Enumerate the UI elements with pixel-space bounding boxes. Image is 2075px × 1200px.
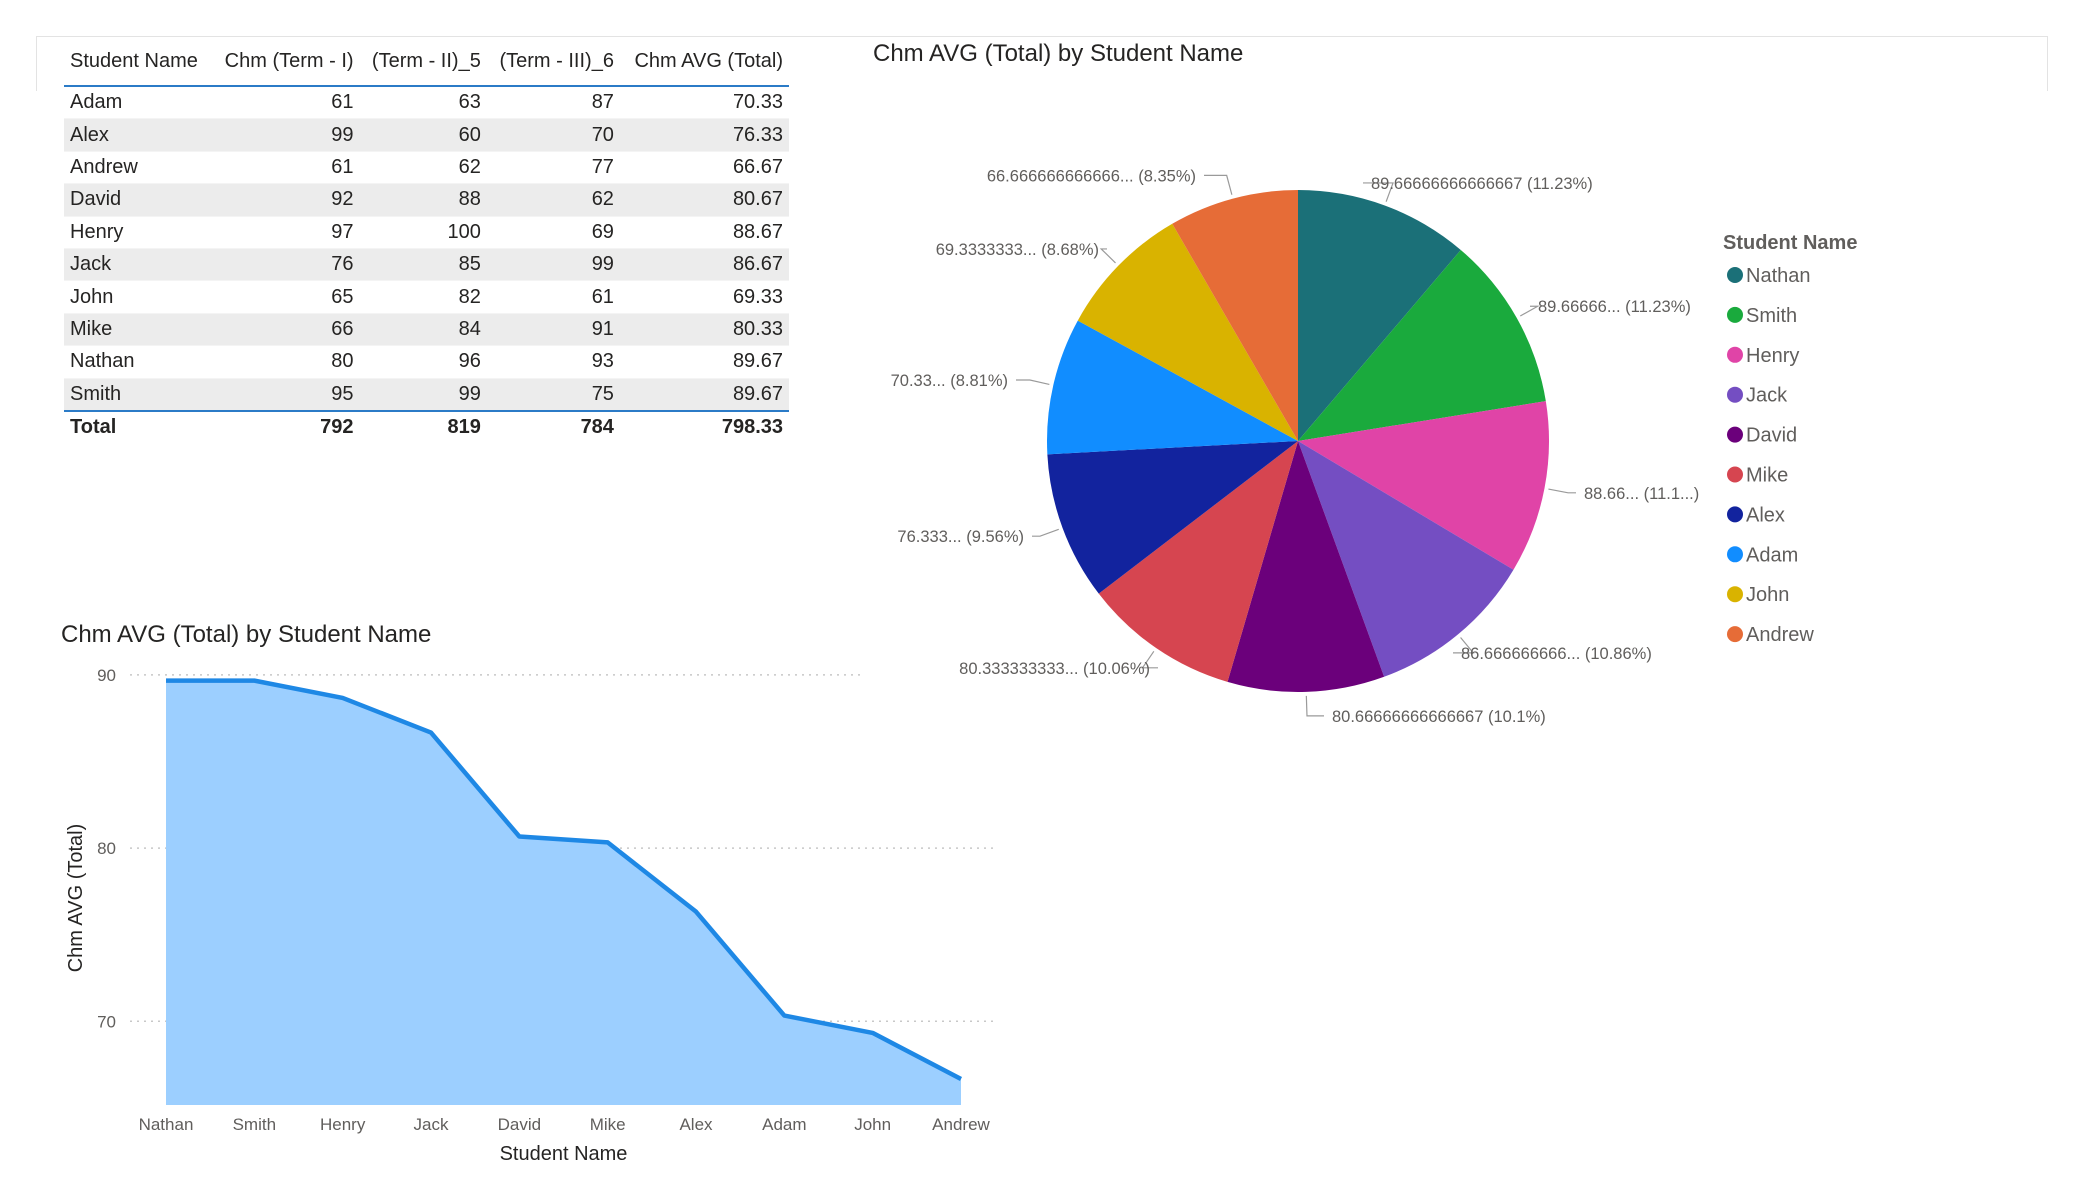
legend-marker <box>1727 426 1743 443</box>
pie-leader-line <box>1519 305 1541 317</box>
legend-marker <box>1727 306 1743 323</box>
x-tick-label: Alex <box>679 1115 713 1134</box>
x-tick-label: Jack <box>414 1115 449 1134</box>
pie-data-label: 80.333333333... (10.06%) <box>959 660 1150 678</box>
pie-data-label: 89.66666... (11.23%) <box>1538 298 1691 316</box>
pie-data-label: 86.666666666... (10.86%) <box>1461 645 1652 663</box>
x-tick-label: Adam <box>762 1115 806 1134</box>
area-fill <box>166 680 961 1105</box>
legend-marker <box>1727 546 1743 563</box>
legend-marker <box>1727 346 1743 363</box>
legend-item-label: Andrew <box>1746 624 1814 646</box>
pie-data-label: 80.66666666666667 (10.1%) <box>1332 708 1546 726</box>
x-tick-label: Henry <box>320 1115 366 1134</box>
y-tick-label: 80 <box>97 839 116 858</box>
pie-data-label: 89.66666666666667 (11.23%) <box>1371 175 1593 193</box>
x-tick-label: Mike <box>590 1115 626 1134</box>
pie-data-label: 69.3333333... (8.68%) <box>936 241 1099 259</box>
x-tick-label: Nathan <box>139 1115 194 1134</box>
x-tick-label: Smith <box>233 1115 276 1134</box>
legend-marker <box>1727 626 1743 643</box>
pie-leader-line <box>1016 379 1050 386</box>
x-axis-title: Student Name <box>500 1143 628 1165</box>
pie-leader-line <box>1548 488 1576 494</box>
legend-marker <box>1727 506 1743 523</box>
pie-data-label: 66.666666666666... (8.35%) <box>987 167 1196 185</box>
legend-item-label: Mike <box>1746 465 1788 487</box>
x-tick-label: David <box>498 1115 541 1134</box>
legend-item-label: John <box>1746 584 1789 606</box>
pie-leader-line <box>1305 695 1324 717</box>
legend-marker <box>1727 386 1743 403</box>
legend-item-label: David <box>1746 425 1797 447</box>
legend-item-label: Jack <box>1746 385 1788 407</box>
legend-marker <box>1727 466 1743 483</box>
pie-data-label: 76.333... (9.56%) <box>897 528 1024 546</box>
legend-item-label: Alex <box>1746 504 1785 526</box>
legend-item-label: Nathan <box>1746 265 1811 287</box>
pie-data-label: 70.33... (8.81%) <box>891 372 1008 390</box>
pie-data-label: 88.66... (11.1...) <box>1584 485 1699 503</box>
x-tick-label: Andrew <box>932 1115 990 1134</box>
legend-item-label: Henry <box>1746 345 1799 367</box>
legend-title: Student Name <box>1723 232 1857 254</box>
legend-item-label: Smith <box>1746 305 1797 327</box>
legend-marker <box>1727 267 1743 283</box>
y-tick-label: 70 <box>97 1012 116 1031</box>
legend-marker <box>1727 586 1743 603</box>
x-tick-label: John <box>854 1115 891 1134</box>
y-tick-label: 90 <box>97 666 116 685</box>
pie-leader-line <box>1032 528 1059 537</box>
y-axis-title: Chm AVG (Total) <box>65 824 87 973</box>
pie-leader-line <box>1204 174 1233 195</box>
pie-leader-line <box>1099 248 1116 264</box>
charts-canvas: 70 80 90 Nathan Smith Henry Jack David Mike Alex A… <box>65 167 1857 1165</box>
legend-item-label: Adam <box>1746 544 1798 566</box>
